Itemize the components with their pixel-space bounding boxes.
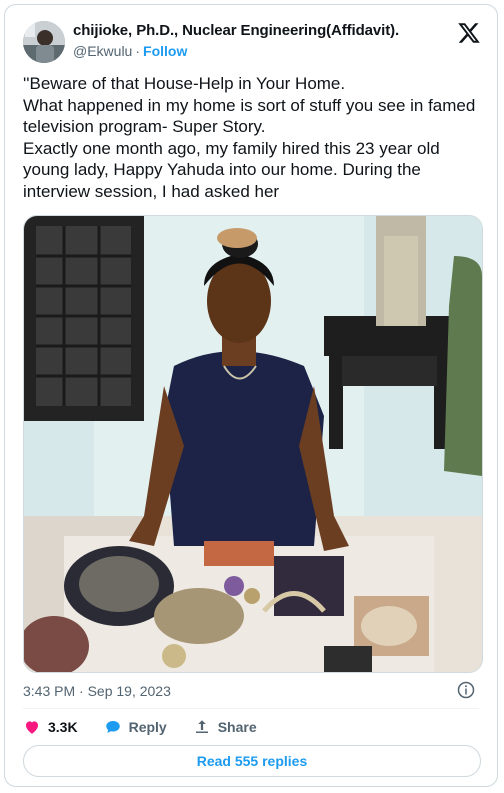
author-handle[interactable]: @Ekwulu bbox=[73, 43, 132, 59]
reply-button[interactable]: Reply bbox=[104, 718, 167, 736]
avatar-photo bbox=[23, 21, 65, 63]
share-arrow-icon bbox=[195, 720, 208, 733]
divider bbox=[23, 708, 479, 709]
tweet-timestamp[interactable]: 3:43 PM · Sep 19, 2023 bbox=[23, 683, 171, 699]
separator-dot: · bbox=[135, 43, 141, 59]
read-replies-button[interactable]: Read 555 replies bbox=[23, 745, 481, 777]
share-label: Share bbox=[217, 719, 257, 735]
author-name[interactable]: chijioke, Ph.D., Nuclear Engineering(Aff… bbox=[73, 22, 399, 39]
author-handle-row: @Ekwulu · Follow bbox=[73, 43, 187, 59]
like-count: 3.3K bbox=[48, 719, 78, 735]
tweet-photo[interactable] bbox=[23, 215, 483, 673]
tweet-card: chijioke, Ph.D., Nuclear Engineering(Aff… bbox=[4, 4, 498, 787]
tweet-text: ''Beware of that House-Help in Your Home… bbox=[23, 74, 476, 201]
photo-image bbox=[24, 216, 482, 672]
share-button[interactable]: Share bbox=[193, 718, 257, 736]
info-icon[interactable] bbox=[457, 681, 475, 699]
heart-icon bbox=[26, 721, 38, 734]
author-avatar[interactable] bbox=[23, 21, 65, 63]
reply-bubble-icon bbox=[105, 721, 120, 733]
like-button[interactable]: 3.3K bbox=[23, 718, 78, 736]
reply-label: Reply bbox=[128, 719, 167, 735]
x-logo-icon[interactable] bbox=[457, 21, 481, 45]
follow-button[interactable]: Follow bbox=[143, 43, 187, 59]
action-bar: 3.3K Reply Share bbox=[23, 717, 283, 737]
